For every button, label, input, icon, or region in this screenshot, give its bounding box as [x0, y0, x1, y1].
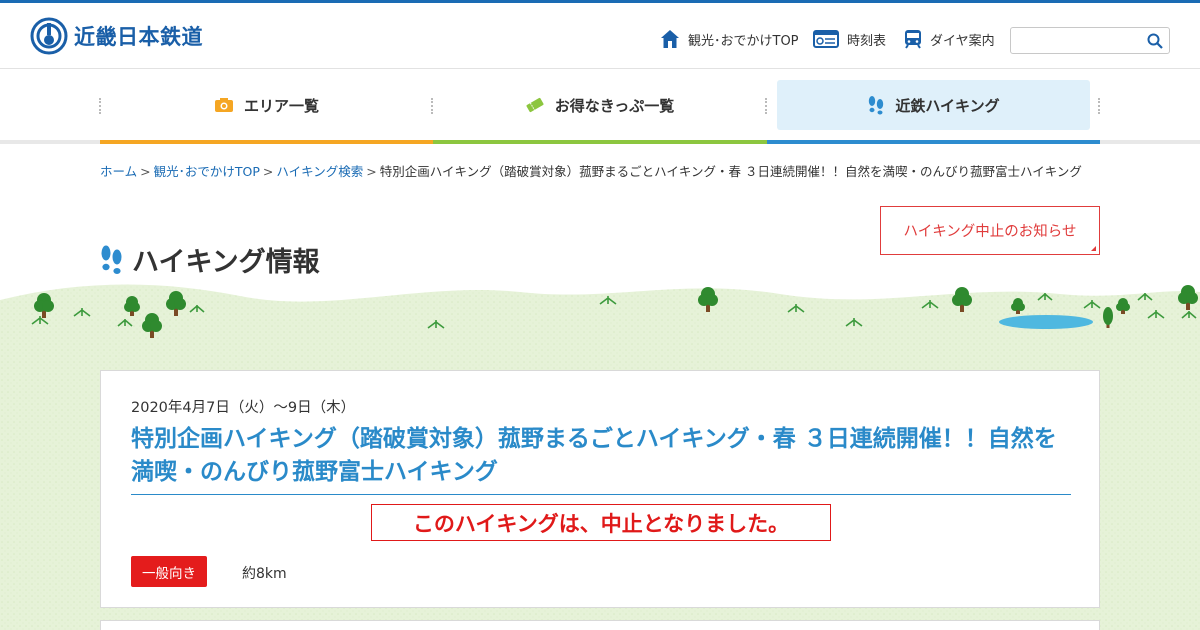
header-link-label: 時刻表 [847, 33, 887, 49]
header-link-route-guide[interactable]: ダイヤ案内 [904, 27, 995, 51]
difficulty-badge: 一般向き [131, 556, 207, 587]
event-date: 2020年4月7日（火）～9日（木） [131, 400, 356, 416]
camera-icon [214, 97, 234, 113]
site-header: 近畿日本鉄道 観光･おでかけTOP 時刻表 ダイヤ案内 [0, 3, 1200, 69]
gnav-bar-blue [767, 140, 1100, 144]
breadcrumb-link-tourism-top[interactable]: 観光･おでかけTOP [154, 164, 260, 179]
page-title-text: ハイキング情報 [132, 247, 320, 278]
search-input[interactable] [1017, 31, 1141, 50]
breadcrumb: ホーム > 観光･おでかけTOP > ハイキング検索 > 特別企画ハイキング（踏破賞対象）菰… [100, 161, 1082, 180]
hiking-cancellation-notice-button[interactable]: ハイキング中止のお知らせ [880, 206, 1100, 255]
gnav-label: お得なきっぷ一覧 [554, 96, 675, 115]
cancellation-notice: このハイキングは、中止となりました。 [371, 504, 831, 541]
gnav-bar-green [433, 140, 767, 144]
timetable-icon [813, 29, 839, 49]
gnav-ticket-list[interactable]: お得なきっぷ一覧 [443, 80, 756, 130]
breadcrumb-current: 特別企画ハイキング（踏破賞対象）菰野まるごとハイキング・春 ３日連続開催！！自然… [379, 164, 1082, 179]
footprints-icon [867, 95, 885, 115]
hiking-event-card: 2020年4月7日（火）～9日（木） 特別企画ハイキング（踏破賞対象）菰野まるご… [100, 370, 1100, 608]
gnav-kintetsu-hiking[interactable]: 近鉄ハイキング [777, 80, 1090, 130]
footprints-icon [100, 245, 124, 275]
header-link-label: 観光･おでかけTOP [688, 33, 799, 49]
train-icon [904, 29, 922, 49]
gnav-label: エリア一覧 [243, 96, 319, 115]
notice-button-label: ハイキング中止のお知らせ [903, 224, 1077, 240]
breadcrumb-separator: > [366, 164, 377, 179]
breadcrumb-separator: > [140, 164, 151, 179]
header-link-label: ダイヤ案内 [930, 33, 995, 49]
site-search [1010, 27, 1170, 54]
event-title[interactable]: 特別企画ハイキング（踏破賞対象）菰野まるごとハイキング・春 ３日連続開催！！自然… [131, 423, 1071, 495]
page-title: ハイキング情報 [100, 240, 320, 279]
corner-arrow-icon [1091, 246, 1096, 251]
breadcrumb-link-home[interactable]: ホーム [100, 164, 137, 179]
gnav-area-list[interactable]: エリア一覧 [110, 80, 423, 130]
event-distance: 約8km [242, 566, 287, 582]
ticket-icon [525, 96, 545, 114]
header-link-tourism-top[interactable]: 観光･おでかけTOP [660, 27, 799, 51]
site-logo[interactable]: 近畿日本鉄道 [30, 17, 203, 55]
header-link-timetable[interactable]: 時刻表 [813, 27, 886, 51]
nav-divider [99, 98, 101, 114]
search-icon[interactable] [1147, 33, 1163, 53]
gnav-label: 近鉄ハイキング [895, 96, 1000, 115]
nav-divider [431, 98, 433, 114]
breadcrumb-separator: > [262, 164, 274, 179]
nav-divider [1098, 98, 1100, 114]
home-icon [660, 29, 680, 49]
logo-text: 近畿日本鉄道 [74, 25, 203, 49]
nav-divider [765, 98, 767, 114]
kintetsu-logo-icon [30, 17, 68, 55]
gnav-bar-orange [100, 140, 433, 144]
next-event-card [100, 620, 1100, 630]
breadcrumb-link-hiking-search[interactable]: ハイキング検索 [276, 164, 363, 179]
